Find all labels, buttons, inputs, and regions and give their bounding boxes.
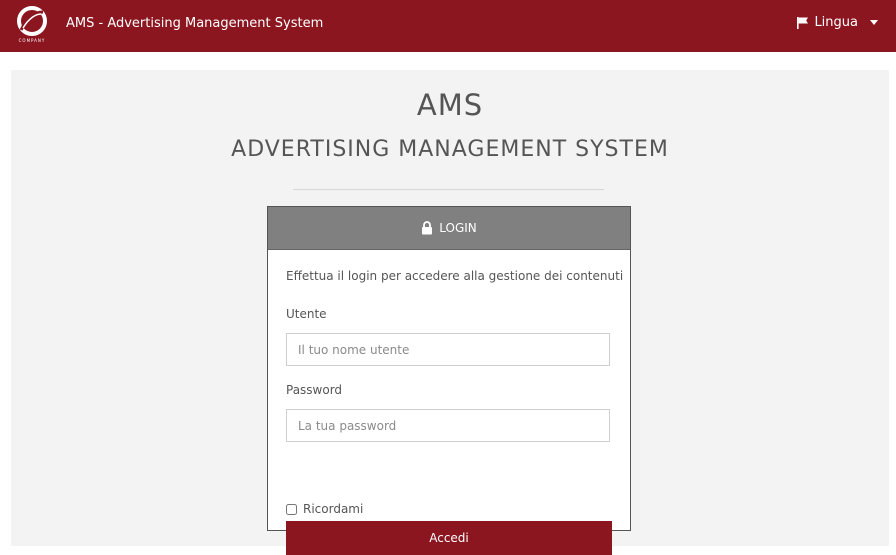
password-label: Password	[286, 383, 343, 397]
username-input[interactable]	[286, 333, 610, 366]
remember-me[interactable]: Ricordami	[286, 502, 363, 516]
password-input[interactable]	[286, 409, 610, 442]
remember-me-label: Ricordami	[303, 502, 364, 516]
login-button[interactable]: Accedi	[286, 521, 612, 555]
page-title: AMS	[416, 88, 484, 122]
top-navbar: COMPANY AMS - Advertising Management Sys…	[0, 0, 896, 52]
language-label: Lingua	[814, 15, 858, 30]
logo-text: COMPANY	[18, 38, 46, 43]
caret-down-icon	[870, 20, 878, 25]
login-card-header: LOGIN	[268, 207, 630, 250]
lock-icon	[422, 221, 433, 235]
company-logo[interactable]: COMPANY	[12, 6, 52, 46]
app-title[interactable]: AMS - Advertising Management System	[66, 16, 323, 31]
divider	[293, 189, 604, 190]
login-panel: AMS ADVERTISING MANAGEMENT SYSTEM LOGIN …	[11, 70, 889, 555]
login-header-label: LOGIN	[439, 221, 477, 235]
remember-me-checkbox[interactable]	[286, 503, 297, 515]
login-intro-text: Effettua il login per accedere alla gest…	[286, 269, 624, 283]
company-logo-icon	[17, 6, 47, 36]
language-dropdown[interactable]: Lingua	[796, 15, 878, 30]
flag-icon	[797, 16, 809, 29]
login-card: LOGIN Effettua il login per accedere all…	[267, 206, 631, 555]
username-label: Utente	[286, 307, 327, 321]
page-subtitle: ADVERTISING MANAGEMENT SYSTEM	[231, 137, 669, 162]
